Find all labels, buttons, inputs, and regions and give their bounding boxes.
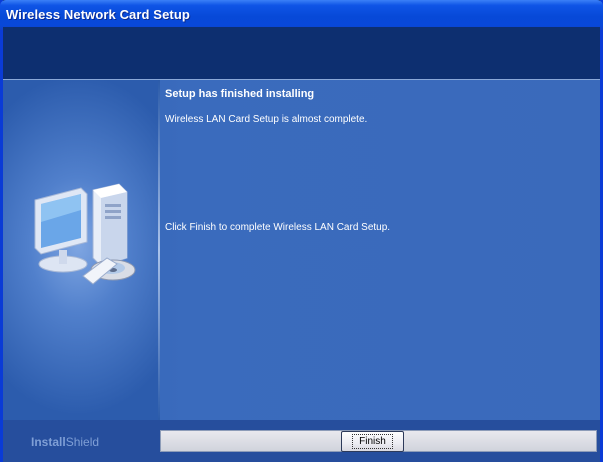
brand-bold: Install: [31, 435, 66, 449]
title-bar[interactable]: Wireless Network Card Setup: [0, 0, 603, 30]
instruction-text: Click Finish to complete Wireless LAN Ca…: [165, 222, 391, 233]
installshield-logo: InstallShield: [7, 429, 157, 455]
brand-thin: Shield: [65, 435, 100, 449]
status-text: Wireless LAN Card Setup is almost comple…: [165, 114, 368, 125]
window-title: Wireless Network Card Setup: [6, 7, 190, 22]
header-banner: [3, 27, 600, 80]
page-heading: Setup has finished installing: [165, 88, 315, 100]
setup-window: Wireless Network Card Setup Setup has fi…: [0, 0, 603, 462]
finish-button[interactable]: Finish: [341, 431, 404, 452]
content-area: Setup has finished installing Wireless L…: [3, 80, 600, 420]
vertical-divider: [158, 80, 160, 420]
footer-bar: InstallShield: [3, 420, 600, 462]
left-graphic-panel: [3, 80, 158, 420]
finish-button-label: Finish: [352, 434, 393, 449]
computer-with-cd-icon: [34, 183, 136, 285]
